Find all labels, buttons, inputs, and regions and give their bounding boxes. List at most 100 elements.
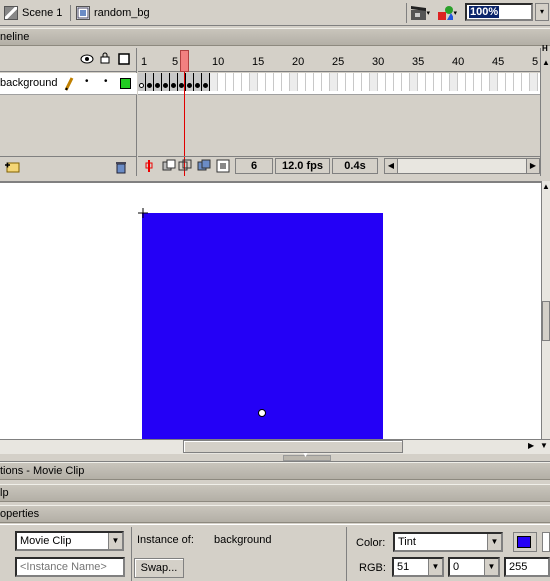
frame-cell[interactable] — [154, 73, 162, 91]
swap-button[interactable]: Swap... — [134, 558, 184, 578]
frame-cell[interactable] — [402, 73, 410, 91]
frame-cell[interactable] — [482, 73, 490, 91]
frame-cell[interactable] — [354, 73, 362, 91]
help-panel-header[interactable]: lp — [0, 484, 550, 502]
frame-cell[interactable] — [458, 73, 466, 91]
frame-cell[interactable] — [266, 73, 274, 91]
color-effect-select[interactable]: Tint ▼ — [393, 532, 503, 552]
frame-cell[interactable] — [322, 73, 330, 91]
frame-cell[interactable] — [450, 73, 458, 91]
frame-cell[interactable] — [522, 73, 530, 91]
frame-cell[interactable] — [258, 73, 266, 91]
movie-clip-instance[interactable] — [142, 213, 383, 439]
layer-row[interactable]: background • • — [0, 73, 137, 95]
frame-cell[interactable] — [194, 73, 202, 91]
frame-cell[interactable] — [138, 73, 146, 91]
stage-scroll-down-icon[interactable]: ▼ — [540, 441, 548, 450]
trash-icon[interactable] — [114, 160, 128, 174]
rgb-red-field[interactable]: 51 ▼ — [392, 557, 444, 577]
edit-multiple-frames-icon[interactable] — [197, 159, 211, 173]
lock-dot[interactable]: • — [104, 76, 108, 87]
scroll-left-icon[interactable]: ◀ — [384, 158, 398, 174]
rgb-green-field[interactable]: 0 ▼ — [448, 557, 500, 577]
timeline-vscroll[interactable]: H ▲ ▼ — [540, 44, 550, 197]
modify-onion-markers-icon[interactable] — [216, 159, 230, 173]
frame-cell[interactable] — [306, 73, 314, 91]
frame-cell[interactable] — [186, 73, 194, 91]
stage-vscroll-thumb[interactable] — [542, 301, 550, 341]
frame-cell[interactable] — [434, 73, 442, 91]
frame-cell[interactable] — [514, 73, 522, 91]
zoom-dropdown[interactable]: ▾ — [535, 3, 549, 21]
frame-cell[interactable] — [202, 73, 210, 91]
frame-cell[interactable] — [338, 73, 346, 91]
frame-cell[interactable] — [298, 73, 306, 91]
timeline-hscroll-track[interactable] — [398, 158, 526, 174]
properties-panel-header[interactable]: operties — [0, 505, 550, 523]
frame-cell[interactable] — [426, 73, 434, 91]
layer-color-swatch[interactable] — [120, 78, 131, 89]
stage-scroll-up-icon[interactable]: ▲ — [542, 182, 550, 191]
rgb-blue-field[interactable]: 255 — [504, 557, 550, 577]
frame-cell[interactable] — [466, 73, 474, 91]
actions-panel-header[interactable]: tions - Movie Clip — [0, 462, 550, 480]
breadcrumb-symbol[interactable]: random_bg — [76, 4, 150, 22]
frame-cell[interactable] — [242, 73, 250, 91]
playhead[interactable] — [180, 50, 189, 72]
frame-cell[interactable] — [218, 73, 226, 91]
panel-splitter[interactable] — [0, 454, 550, 462]
frame-cell[interactable] — [418, 73, 426, 91]
center-frame-icon[interactable] — [144, 159, 154, 173]
frame-cell[interactable] — [330, 73, 338, 91]
frame-cell[interactable] — [378, 73, 386, 91]
stage-vscroll[interactable]: ▲ — [541, 181, 550, 439]
frame-cell[interactable] — [506, 73, 514, 91]
zoom-input[interactable]: 100% — [465, 3, 533, 21]
frame-ruler[interactable]: 1 5 10 15 20 25 30 35 40 45 5 — [138, 48, 540, 72]
stage-hscroll-thumb[interactable] — [183, 440, 403, 453]
frame-cell[interactable] — [226, 73, 234, 91]
tint-color-swatch[interactable] — [513, 532, 537, 552]
edit-scene-button[interactable]: ▾ — [409, 3, 431, 23]
frame-cell[interactable] — [346, 73, 354, 91]
frame-cell[interactable] — [146, 73, 154, 91]
timeline-panel-header[interactable]: neline — [0, 28, 550, 46]
transform-point[interactable] — [258, 409, 266, 417]
frame-cell[interactable] — [170, 73, 178, 91]
layer-frames[interactable] — [138, 73, 540, 95]
outline-icon[interactable] — [118, 53, 130, 65]
frame-cell[interactable] — [362, 73, 370, 91]
frame-cell[interactable] — [394, 73, 402, 91]
lock-icon[interactable] — [100, 52, 110, 64]
frame-cell[interactable] — [442, 73, 450, 91]
breadcrumb-scene[interactable]: Scene 1 — [4, 4, 62, 22]
frame-cell[interactable] — [234, 73, 242, 91]
frame-cell[interactable] — [210, 73, 218, 91]
frame-cell[interactable] — [410, 73, 418, 91]
collapse-grip[interactable]: ▼ — [283, 452, 331, 461]
visibility-dot[interactable]: • — [85, 76, 89, 87]
onion-skin-icon[interactable] — [162, 159, 176, 173]
frame-cell[interactable] — [474, 73, 482, 91]
frame-cell[interactable] — [490, 73, 498, 91]
onion-outline-icon[interactable] — [178, 159, 192, 173]
frame-cell[interactable] — [250, 73, 258, 91]
eye-icon[interactable] — [80, 54, 94, 64]
add-layer-icon[interactable] — [4, 160, 20, 174]
frame-rate[interactable]: 12.0 fps — [275, 158, 330, 174]
frame-cell[interactable] — [498, 73, 506, 91]
frame-cell[interactable] — [290, 73, 298, 91]
frame-cell[interactable] — [162, 73, 170, 91]
frame-cell[interactable] — [386, 73, 394, 91]
scroll-up-icon[interactable]: ▲ — [542, 58, 550, 67]
frame-cell[interactable] — [370, 73, 378, 91]
frame-cell[interactable] — [314, 73, 322, 91]
frame-cell[interactable] — [530, 73, 538, 91]
symbol-behavior-select[interactable]: Movie Clip ▼ — [15, 531, 124, 551]
instance-name-input[interactable] — [15, 557, 125, 577]
frame-cell[interactable] — [282, 73, 290, 91]
scroll-right-icon[interactable]: ▶ — [526, 158, 540, 174]
frame-cell[interactable] — [274, 73, 282, 91]
edit-symbol-button[interactable]: ▾ — [436, 3, 458, 23]
stage-scroll-right-icon[interactable]: ▶ — [528, 441, 534, 450]
